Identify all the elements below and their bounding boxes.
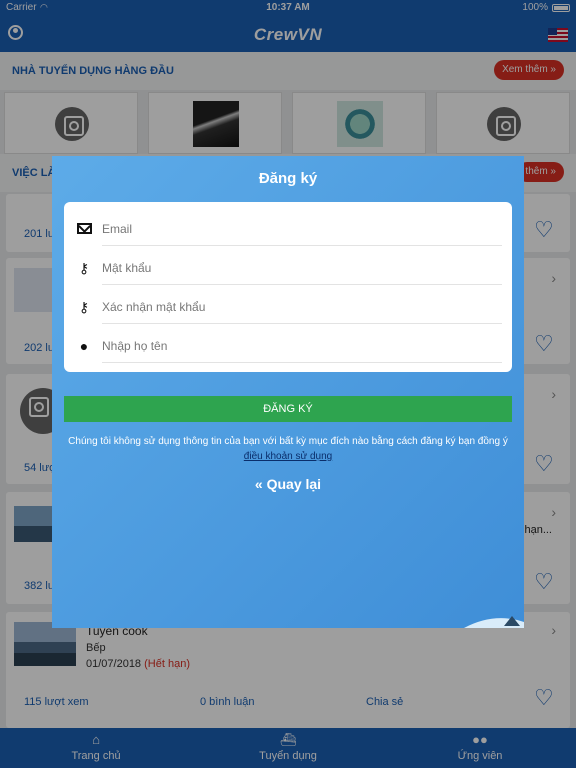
register-submit-button[interactable]: ĐĂNG KÝ bbox=[64, 396, 512, 422]
terms-link[interactable]: điều khoản sử dụng bbox=[244, 451, 332, 462]
terms-text: Chúng tôi không sử dụng thông tin của bạ… bbox=[68, 436, 508, 447]
modal-title: Đăng ký bbox=[258, 170, 318, 187]
password-input[interactable] bbox=[102, 251, 502, 285]
key-icon: ⚷ bbox=[78, 299, 90, 315]
person-icon: ● bbox=[79, 338, 89, 354]
password-field-row: ⚷ bbox=[76, 251, 502, 285]
register-modal: Đăng ký ⚷ ⚷ ● ĐĂNG KÝ Chúng tôi không sử… bbox=[52, 156, 524, 628]
full-name-input[interactable] bbox=[102, 329, 502, 363]
confirm-password-field-row: ⚷ bbox=[76, 290, 502, 324]
decorative-wave bbox=[464, 616, 524, 628]
email-field-row bbox=[76, 212, 502, 246]
confirm-password-input[interactable] bbox=[102, 290, 502, 324]
full-name-field-row: ● bbox=[76, 329, 502, 363]
email-input[interactable] bbox=[102, 212, 502, 246]
envelope-icon bbox=[76, 221, 92, 237]
key-icon: ⚷ bbox=[78, 260, 90, 276]
register-form: ⚷ ⚷ ● bbox=[64, 202, 512, 372]
back-button[interactable]: « Quay lại bbox=[52, 476, 524, 492]
terms-notice: Chúng tôi không sử dụng thông tin của bạ… bbox=[62, 434, 514, 464]
